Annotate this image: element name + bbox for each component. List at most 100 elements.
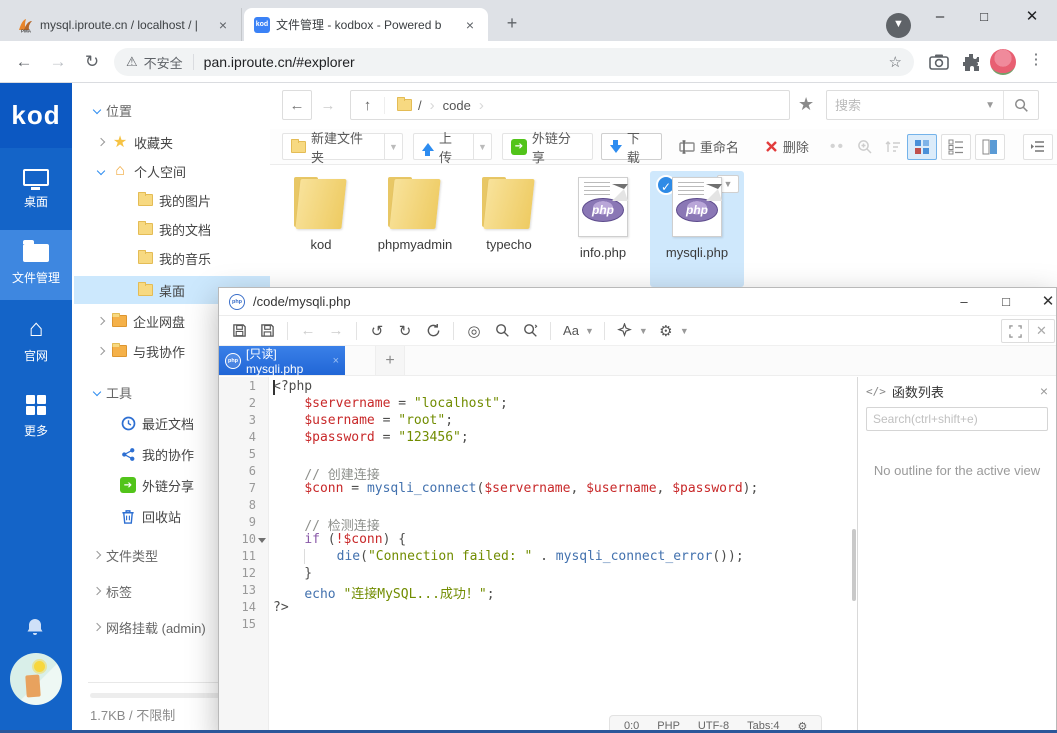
upload-button[interactable]: 上传 [413, 133, 474, 160]
browser-profile-avatar[interactable] [990, 49, 1016, 75]
code-line-5[interactable] [273, 447, 857, 464]
breadcrumb-folder[interactable]: code [443, 98, 471, 113]
rail-item-file-manager[interactable]: 文件管理 [0, 230, 72, 300]
search-dropdown-caret-icon[interactable]: ▼ [985, 100, 1003, 111]
caret-down-icon[interactable]: ▼ [680, 326, 689, 336]
outline-close-icon[interactable]: × [1040, 383, 1048, 399]
line-number[interactable]: 9 [219, 515, 268, 532]
code-line-1[interactable]: <?php [273, 379, 857, 396]
save-icon[interactable] [227, 320, 251, 342]
new-editor-tab-button[interactable]: + [375, 346, 405, 375]
font-settings-icon[interactable]: Aa [559, 320, 583, 342]
chevron-down-icon[interactable] [93, 388, 101, 396]
view-grid-button[interactable] [907, 134, 937, 160]
back-icon[interactable]: ← [12, 50, 36, 74]
line-number[interactable]: 11 [219, 549, 268, 566]
settings-gear-icon[interactable]: ⚙ [654, 320, 678, 342]
rail-item-more[interactable]: 更多 [0, 382, 72, 452]
rail-item-official-site[interactable]: ⌂ 官网 [0, 306, 72, 376]
tree-item-my-music[interactable]: 我的音乐 [72, 244, 270, 272]
line-number[interactable]: 2 [219, 396, 268, 413]
fullscreen-icon[interactable] [1001, 319, 1029, 343]
code-line-4[interactable]: $password = "123456"; [273, 430, 857, 447]
browser-tab-phpmyadmin[interactable]: PMA mysql.iproute.cn / localhost / | × [8, 8, 242, 41]
tab-close-icon[interactable]: × [462, 17, 478, 33]
chevron-down-icon[interactable] [97, 167, 105, 175]
caret-down-icon[interactable]: ▼ [585, 326, 594, 336]
view-column-button[interactable] [975, 134, 1005, 160]
chevron-right-icon[interactable] [93, 587, 101, 595]
line-number[interactable]: 1 [219, 379, 268, 396]
camera-extension-icon[interactable] [928, 51, 950, 73]
code-line-10[interactable]: if (!$conn) { [273, 532, 857, 549]
notification-bell-icon[interactable] [24, 616, 46, 638]
line-number[interactable]: 12 [219, 566, 268, 583]
tree-section-location[interactable]: 位置 [72, 96, 270, 124]
line-number[interactable]: 14 [219, 600, 268, 617]
tree-item-my-documents[interactable]: 我的文档 [72, 215, 270, 243]
file-tile-phpmyadmin[interactable]: phpmyadmin [368, 171, 462, 287]
new-tab-button[interactable]: + [498, 10, 526, 38]
theme-icon[interactable] [613, 320, 637, 342]
line-number[interactable]: 5 [219, 447, 268, 464]
breadcrumb-root[interactable]: / [418, 98, 422, 113]
file-tile-kod[interactable]: kod [274, 171, 368, 287]
editor-minimize-button[interactable]: – [945, 288, 983, 315]
explorer-forward-button[interactable]: → [318, 90, 338, 120]
line-number[interactable]: 8 [219, 498, 268, 515]
code-line-7[interactable]: $conn = mysqli_connect($servername, $use… [273, 481, 857, 498]
goto-line-icon[interactable]: ◎ [462, 320, 486, 342]
line-number[interactable]: 4 [219, 430, 268, 447]
line-number[interactable]: 13 [219, 583, 268, 600]
code-line-14[interactable]: ?> [273, 600, 857, 617]
zoom-in-icon[interactable] [857, 139, 873, 155]
file-tile-info-php[interactable]: php info.php [556, 171, 650, 287]
tree-item-favorites[interactable]: ★ 收藏夹 [72, 128, 270, 156]
line-number[interactable]: 3 [219, 413, 268, 430]
refresh-icon[interactable] [421, 320, 445, 342]
chevron-right-icon[interactable] [93, 551, 101, 559]
forward-icon[interactable]: → [46, 50, 70, 74]
chevron-right-icon[interactable] [93, 623, 101, 631]
outline-search-input[interactable] [866, 407, 1048, 431]
window-minimize-button[interactable]: – [918, 0, 962, 34]
new-folder-caret-icon[interactable]: ▼ [385, 133, 403, 160]
code-line-11[interactable]: die("Connection failed: " . mysqli_conne… [273, 549, 857, 566]
nav-forward-icon[interactable]: → [324, 320, 348, 342]
chevron-right-icon[interactable] [97, 317, 105, 325]
tree-item-my-pictures[interactable]: 我的图片 [72, 186, 270, 214]
view-list-button[interactable] [941, 134, 971, 160]
upload-caret-icon[interactable]: ▼ [474, 133, 492, 160]
share-button[interactable]: ➔ 外链分享 [502, 133, 593, 160]
user-avatar[interactable] [10, 653, 62, 705]
caret-down-icon[interactable]: ▼ [639, 326, 648, 336]
search-input[interactable] [827, 98, 985, 113]
file-tile-typecho[interactable]: typecho [462, 171, 556, 287]
code-line-15[interactable] [273, 617, 857, 634]
tab-close-icon[interactable]: × [333, 355, 339, 367]
rail-item-desktop[interactable]: 桌面 [0, 154, 72, 224]
undo-icon[interactable]: ↺ [365, 320, 389, 342]
browser-menu-icon[interactable]: ⋮ [1026, 50, 1046, 68]
sort-icon[interactable] [885, 140, 901, 154]
download-button[interactable]: 下载 [601, 133, 662, 160]
browser-tab-kodbox[interactable]: kod 文件管理 - kodbox - Powered b × [244, 8, 488, 41]
window-maximize-button[interactable]: □ [962, 0, 1006, 34]
search-icon[interactable] [490, 320, 514, 342]
security-label[interactable]: 不安全 [144, 53, 183, 72]
line-number[interactable]: 6 [219, 464, 268, 481]
kod-logo[interactable]: kod [0, 83, 72, 148]
code-line-13[interactable]: echo "连接MySQL...成功！"; [273, 583, 857, 600]
chevron-right-icon[interactable] [97, 347, 105, 355]
extensions-puzzle-icon[interactable] [960, 51, 982, 73]
editor-title-bar[interactable]: php /code/mysqli.php – □ ✕ [219, 288, 1056, 316]
chevron-down-icon[interactable] [93, 106, 101, 114]
code-line-12[interactable]: } [273, 566, 857, 583]
save-as-icon[interactable] [255, 320, 279, 342]
line-number[interactable]: 10 [219, 532, 268, 549]
nav-back-icon[interactable]: ← [296, 320, 320, 342]
favorite-star-icon[interactable]: ★ [798, 94, 814, 115]
explorer-back-button[interactable]: ← [282, 90, 312, 120]
address-bar[interactable]: ⚠ 不安全 pan.iproute.cn/#explorer ☆ [114, 48, 914, 76]
rename-button[interactable]: 重命名 [670, 133, 748, 160]
